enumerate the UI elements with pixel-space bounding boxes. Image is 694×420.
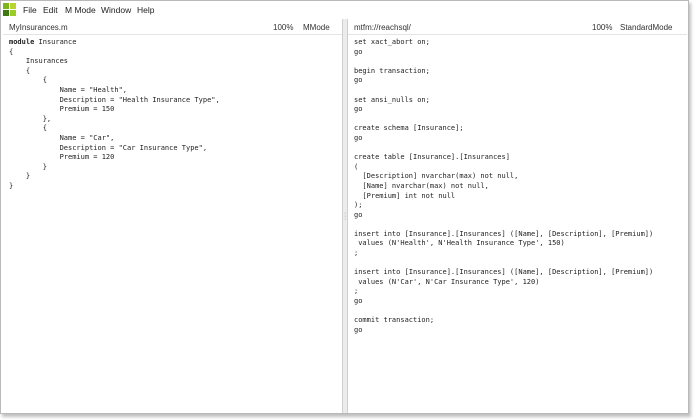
code-line: Premium = 120 [9, 153, 115, 162]
left-pane-title[interactable]: MyInsurances.m [9, 23, 68, 32]
left-pane-mode[interactable]: MMode [303, 23, 330, 32]
code-line: go [354, 210, 363, 219]
code-line: { [9, 124, 47, 133]
code-line: [Description] nvarchar(max) not null, [354, 172, 519, 181]
code-line: go [354, 133, 363, 142]
code-line: create schema [Insurance]; [354, 124, 464, 133]
right-editor-pane[interactable]: mtfm://reachsql/ 100% StandardMode set x… [348, 19, 687, 413]
code-line: begin transaction; [354, 66, 430, 75]
left-pane-header: MyInsurances.m 100% MMode [3, 21, 342, 35]
code-line: create table [Insurance].[Insurances] [354, 153, 510, 162]
app-logo-icon [3, 3, 17, 17]
code-line: } [9, 162, 47, 171]
left-pane-zoom[interactable]: 100% [273, 23, 293, 32]
menu-file[interactable]: File [23, 5, 37, 15]
right-pane-title[interactable]: mtfm://reachsql/ [354, 23, 411, 32]
right-pane-zoom[interactable]: 100% [592, 23, 612, 32]
menu-help[interactable]: Help [137, 5, 154, 15]
code-line: Description = "Health Insurance Type", [9, 95, 220, 104]
code-line: ; [354, 249, 359, 258]
code-line: set ansi_nulls on; [354, 95, 430, 104]
code-line: { [9, 47, 14, 56]
code-line: ( [354, 162, 359, 171]
left-editor-pane[interactable]: MyInsurances.m 100% MMode module Insuran… [3, 19, 342, 413]
code-line: commit transaction; [354, 316, 435, 325]
code-line: ; [354, 287, 359, 296]
code-line: Description = "Car Insurance Type", [9, 143, 208, 152]
app-window: File Edit M Mode Window Help MyInsurance… [0, 0, 689, 414]
code-line: values (N'Car', N'Car Insurance Type', 1… [354, 277, 540, 286]
left-code-editor[interactable]: module Insurance{ Insurances { { Name = … [9, 38, 220, 192]
code-line: Insurances [9, 57, 69, 66]
code-line: { [9, 76, 47, 85]
code-line: values (N'Health', N'Health Insurance Ty… [354, 239, 565, 248]
code-line: go [354, 325, 363, 334]
code-line: insert into [Insurance].[Insurances] ([N… [354, 268, 654, 277]
right-pane-header: mtfm://reachsql/ 100% StandardMode [348, 21, 687, 35]
code-line: insert into [Insurance].[Insurances] ([N… [354, 229, 654, 238]
code-line: set xact_abort on; [354, 38, 430, 46]
right-code-editor[interactable]: set xact_abort on; go begin transaction; g… [354, 38, 653, 335]
splitter-grip-icon[interactable]: · · · [344, 210, 347, 223]
code-line: Name = "Health", [9, 85, 128, 94]
code-line: } [9, 172, 31, 181]
code-line: go [354, 76, 363, 85]
menu-m-mode[interactable]: M Mode [65, 5, 96, 15]
code-line: [Premium] int not null [354, 191, 456, 200]
code-line: go [354, 105, 363, 114]
code-line: [Name] nvarchar(max) not null, [354, 181, 489, 190]
menu-edit[interactable]: Edit [43, 5, 58, 15]
code-line: go [354, 297, 363, 306]
code-line: ); [354, 201, 363, 210]
code-line: Premium = 150 [9, 105, 115, 114]
code-line: module Insurance [9, 38, 77, 46]
code-line: }, [9, 114, 52, 123]
code-line: } [9, 181, 14, 190]
code-line: { [9, 66, 31, 75]
right-pane-mode[interactable]: StandardMode [620, 23, 672, 32]
code-line: go [354, 47, 363, 56]
menu-window[interactable]: Window [101, 5, 131, 15]
code-line: Name = "Car", [9, 133, 115, 142]
menu-bar: File Edit M Mode Window Help [1, 1, 688, 19]
